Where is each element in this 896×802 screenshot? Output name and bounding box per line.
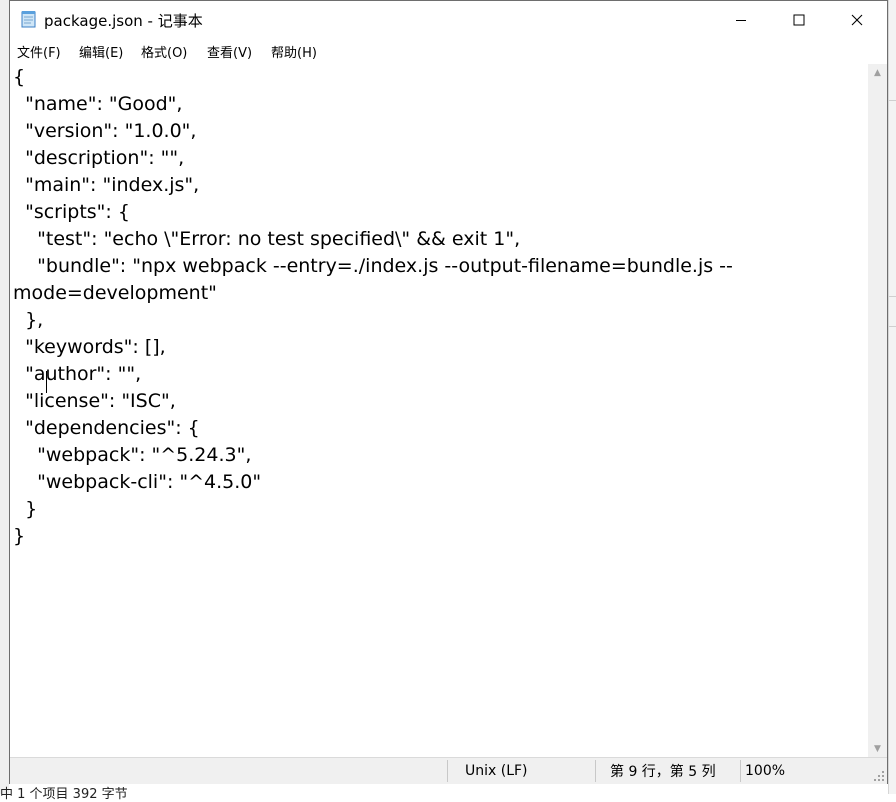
status-bar: Unix (LF) 第 9 行，第 5 列 100% (10, 757, 887, 784)
status-cursor-position: 第 9 行，第 5 列 (610, 764, 716, 780)
scroll-up-arrow-icon[interactable]: ▲ (868, 64, 887, 81)
scroll-down-arrow-icon[interactable]: ▼ (868, 740, 887, 757)
minimize-button[interactable] (712, 1, 770, 38)
minimize-icon (736, 19, 746, 21)
notepad-icon (21, 11, 36, 28)
editor-content[interactable]: { "name": "Good", "version": "1.0.0", "d… (13, 64, 733, 550)
menu-help[interactable]: 帮助(H) (271, 42, 317, 61)
notepad-window: package.json - 记事本 文件(F) 编辑(E) 格式(O) 查看(… (9, 0, 888, 784)
window-title: package.json - 记事本 (44, 12, 203, 30)
title-bar[interactable]: package.json - 记事本 (10, 1, 887, 38)
background-window-edge (0, 0, 9, 794)
maximize-button[interactable] (770, 1, 828, 38)
menu-format[interactable]: 格式(O) (141, 42, 187, 61)
resize-grip-icon[interactable] (873, 770, 885, 782)
menu-view[interactable]: 查看(V) (207, 42, 252, 61)
text-editor[interactable]: { "name": "Good", "version": "1.0.0", "d… (10, 64, 868, 757)
background-explorer-status: 中 1 个项目 392 字节 (0, 787, 128, 802)
text-caret (46, 371, 47, 393)
background-window-edge-right (888, 0, 896, 794)
menu-edit[interactable]: 编辑(E) (79, 42, 123, 61)
maximize-icon (793, 14, 805, 25)
vertical-scrollbar[interactable]: ▲ ▼ (868, 64, 887, 757)
menu-file[interactable]: 文件(F) (17, 42, 61, 61)
close-icon (851, 14, 863, 25)
menu-bar: 文件(F) 编辑(E) 格式(O) 查看(V) 帮助(H) (10, 38, 887, 65)
status-zoom: 100% (745, 763, 786, 779)
close-button[interactable] (828, 1, 886, 38)
status-line-ending: Unix (LF) (465, 763, 528, 779)
